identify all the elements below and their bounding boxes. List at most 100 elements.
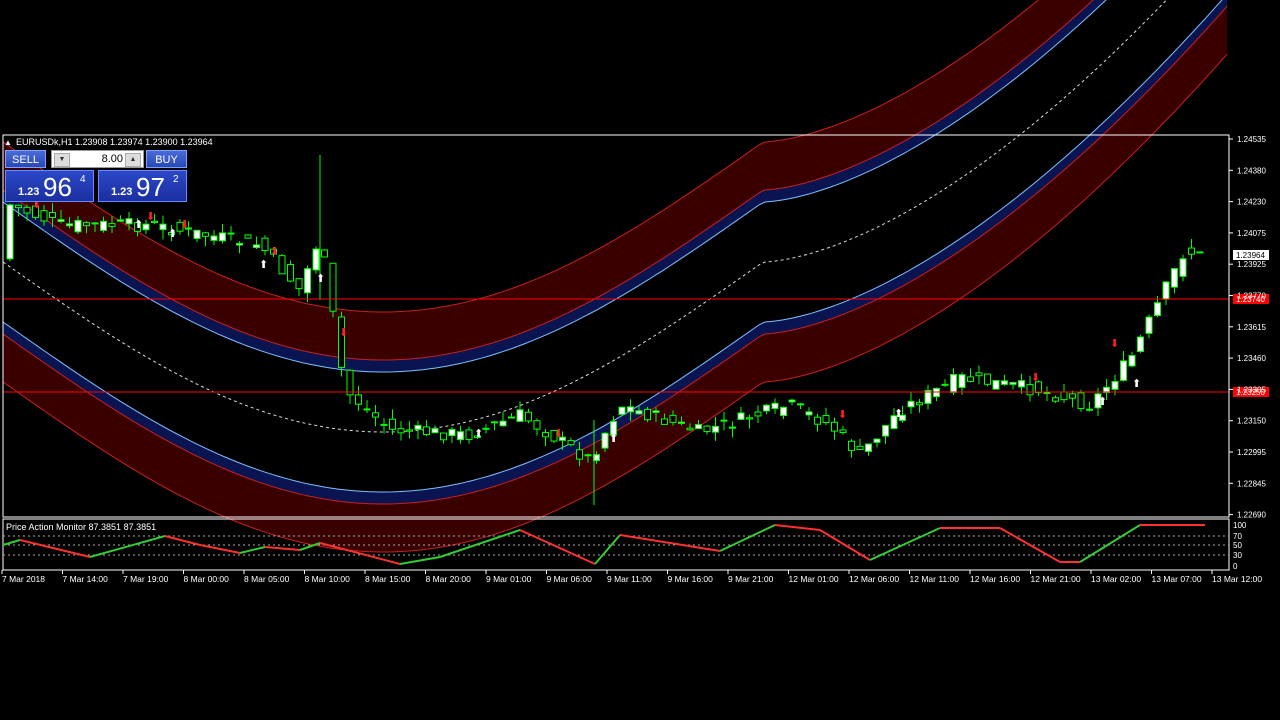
current-price-label: 1.23964 — [1236, 251, 1265, 260]
buy-signal-arrow-icon: ⬆ — [474, 428, 483, 440]
candle-body — [278, 255, 286, 275]
price-tick-label: 1.22845 — [1237, 479, 1266, 488]
candle-body — [23, 206, 31, 214]
candle-body — [1009, 381, 1017, 385]
candle-body — [1026, 384, 1034, 396]
buy-signal-arrow-icon: ⬆ — [134, 219, 143, 231]
candle-body — [295, 278, 303, 290]
ask-frac: 2 — [173, 174, 179, 185]
time-tick-label: 8 Mar 20:00 — [426, 574, 472, 584]
candle-body — [253, 244, 260, 249]
oscillator-segment — [2, 539, 21, 546]
time-tick-label: 7 Mar 2018 — [2, 574, 45, 584]
candle-body — [40, 210, 48, 222]
oscillator-segment — [264, 546, 301, 551]
candle-body — [644, 408, 651, 421]
candle-body — [1128, 355, 1136, 367]
sell-signal-arrow-icon: ⬇ — [339, 327, 348, 339]
bid-price-button[interactable]: 1.23 96 4 — [5, 170, 94, 202]
candle-body — [1120, 360, 1127, 381]
candle-body — [567, 440, 575, 446]
candle-body — [958, 374, 966, 388]
collapse-arrow-icon[interactable]: ▲ — [4, 138, 12, 147]
time-axis: 7 Mar 2018 7 Mar 14:00 7 Mar 19:00 8 Mar 00… — [1, 570, 1262, 584]
buy-signal-arrow-icon: ⬆ — [316, 273, 325, 285]
candle-body — [66, 223, 73, 227]
oscillator-segment — [89, 535, 166, 558]
candle-body — [346, 369, 354, 396]
candle-body — [142, 223, 150, 231]
candle-body — [652, 410, 660, 413]
lot-increase-icon[interactable]: ▲ — [125, 153, 141, 167]
chart-area[interactable]: ⬆⬆⬆⬆⬆ ⬆⬆⬆⬆⬇⬇⬇⬇⬇⬇⬇⬇⬇ 1.237401.23250 1.2453… — [0, 0, 1280, 720]
ask-price-button[interactable]: 1.23 97 2 — [98, 170, 187, 202]
candle-body — [882, 425, 889, 437]
candle-body — [6, 204, 14, 260]
candle-body — [661, 418, 668, 425]
candle-body — [321, 249, 328, 258]
candle-body — [482, 427, 490, 430]
candle-body — [1069, 393, 1076, 399]
candle-body — [780, 406, 787, 417]
sell-signal-arrow-icon: ⬇ — [554, 428, 563, 440]
oscillator-segment — [19, 539, 91, 558]
candle-body — [601, 432, 609, 449]
candle-body — [1196, 251, 1204, 254]
candle-body — [1111, 381, 1119, 390]
channel-bands — [2, 0, 1228, 553]
candle-body — [907, 400, 915, 408]
oscillator-segment — [774, 524, 821, 531]
candle-body — [227, 232, 235, 235]
candle-body — [304, 268, 311, 294]
lot-decrease-icon[interactable]: ▼ — [54, 153, 70, 167]
bid-prefix: 1.23 — [18, 186, 40, 198]
candle-body — [703, 425, 711, 433]
candle-body — [1018, 380, 1025, 388]
candle-body — [1077, 392, 1085, 410]
price-tick-label: 1.22995 — [1237, 448, 1266, 457]
bid-big: 96 — [43, 172, 72, 202]
candle-body — [822, 415, 830, 424]
sell-button[interactable]: SELL — [5, 150, 46, 168]
candle-body — [1154, 302, 1161, 316]
candle-body — [627, 406, 634, 413]
buy-signal-arrow-icon: ⬆ — [259, 259, 268, 271]
time-tick-label: 13 Mar 02:00 — [1091, 574, 1141, 584]
candle-body — [525, 411, 532, 422]
candle-body — [678, 421, 685, 424]
buy-button[interactable]: BUY — [146, 150, 187, 168]
candle-body — [508, 416, 515, 419]
lot-size-field[interactable]: ▼ 8.00 ▲ — [51, 150, 144, 168]
candle-body — [1001, 380, 1008, 385]
candle-body — [941, 383, 949, 386]
candle-body — [916, 402, 923, 406]
time-tick-label: 12 Mar 16:00 — [970, 574, 1020, 584]
time-tick-label: 12 Mar 06:00 — [849, 574, 899, 584]
candle-body — [406, 429, 413, 432]
candle-body — [992, 380, 1000, 390]
time-tick-label: 8 Mar 15:00 — [365, 574, 411, 584]
candle-body — [440, 432, 447, 441]
candle-body — [1145, 316, 1153, 334]
candle-body — [117, 219, 124, 222]
time-tick-label: 9 Mar 21:00 — [728, 574, 774, 584]
lot-value[interactable]: 8.00 — [102, 151, 123, 168]
candle-body — [1137, 336, 1144, 353]
candle-body — [423, 426, 430, 436]
candle-body — [491, 421, 498, 424]
candle-body — [805, 411, 813, 416]
candle-body — [771, 402, 779, 409]
candle-body — [576, 449, 583, 460]
candle-body — [831, 421, 838, 432]
candle-body — [729, 426, 736, 429]
candle-body — [516, 409, 524, 422]
candle-body — [372, 412, 379, 418]
sell-signal-arrow-icon: ⬇ — [270, 246, 279, 258]
candle-body — [74, 219, 82, 233]
candle-body — [754, 411, 762, 417]
sell-signal-arrow-icon: ⬇ — [146, 211, 155, 223]
oscillator-segment — [199, 544, 241, 554]
time-tick-label: 9 Mar 16:00 — [668, 574, 714, 584]
oscillator-segment — [519, 529, 596, 565]
candle-body — [236, 243, 243, 246]
